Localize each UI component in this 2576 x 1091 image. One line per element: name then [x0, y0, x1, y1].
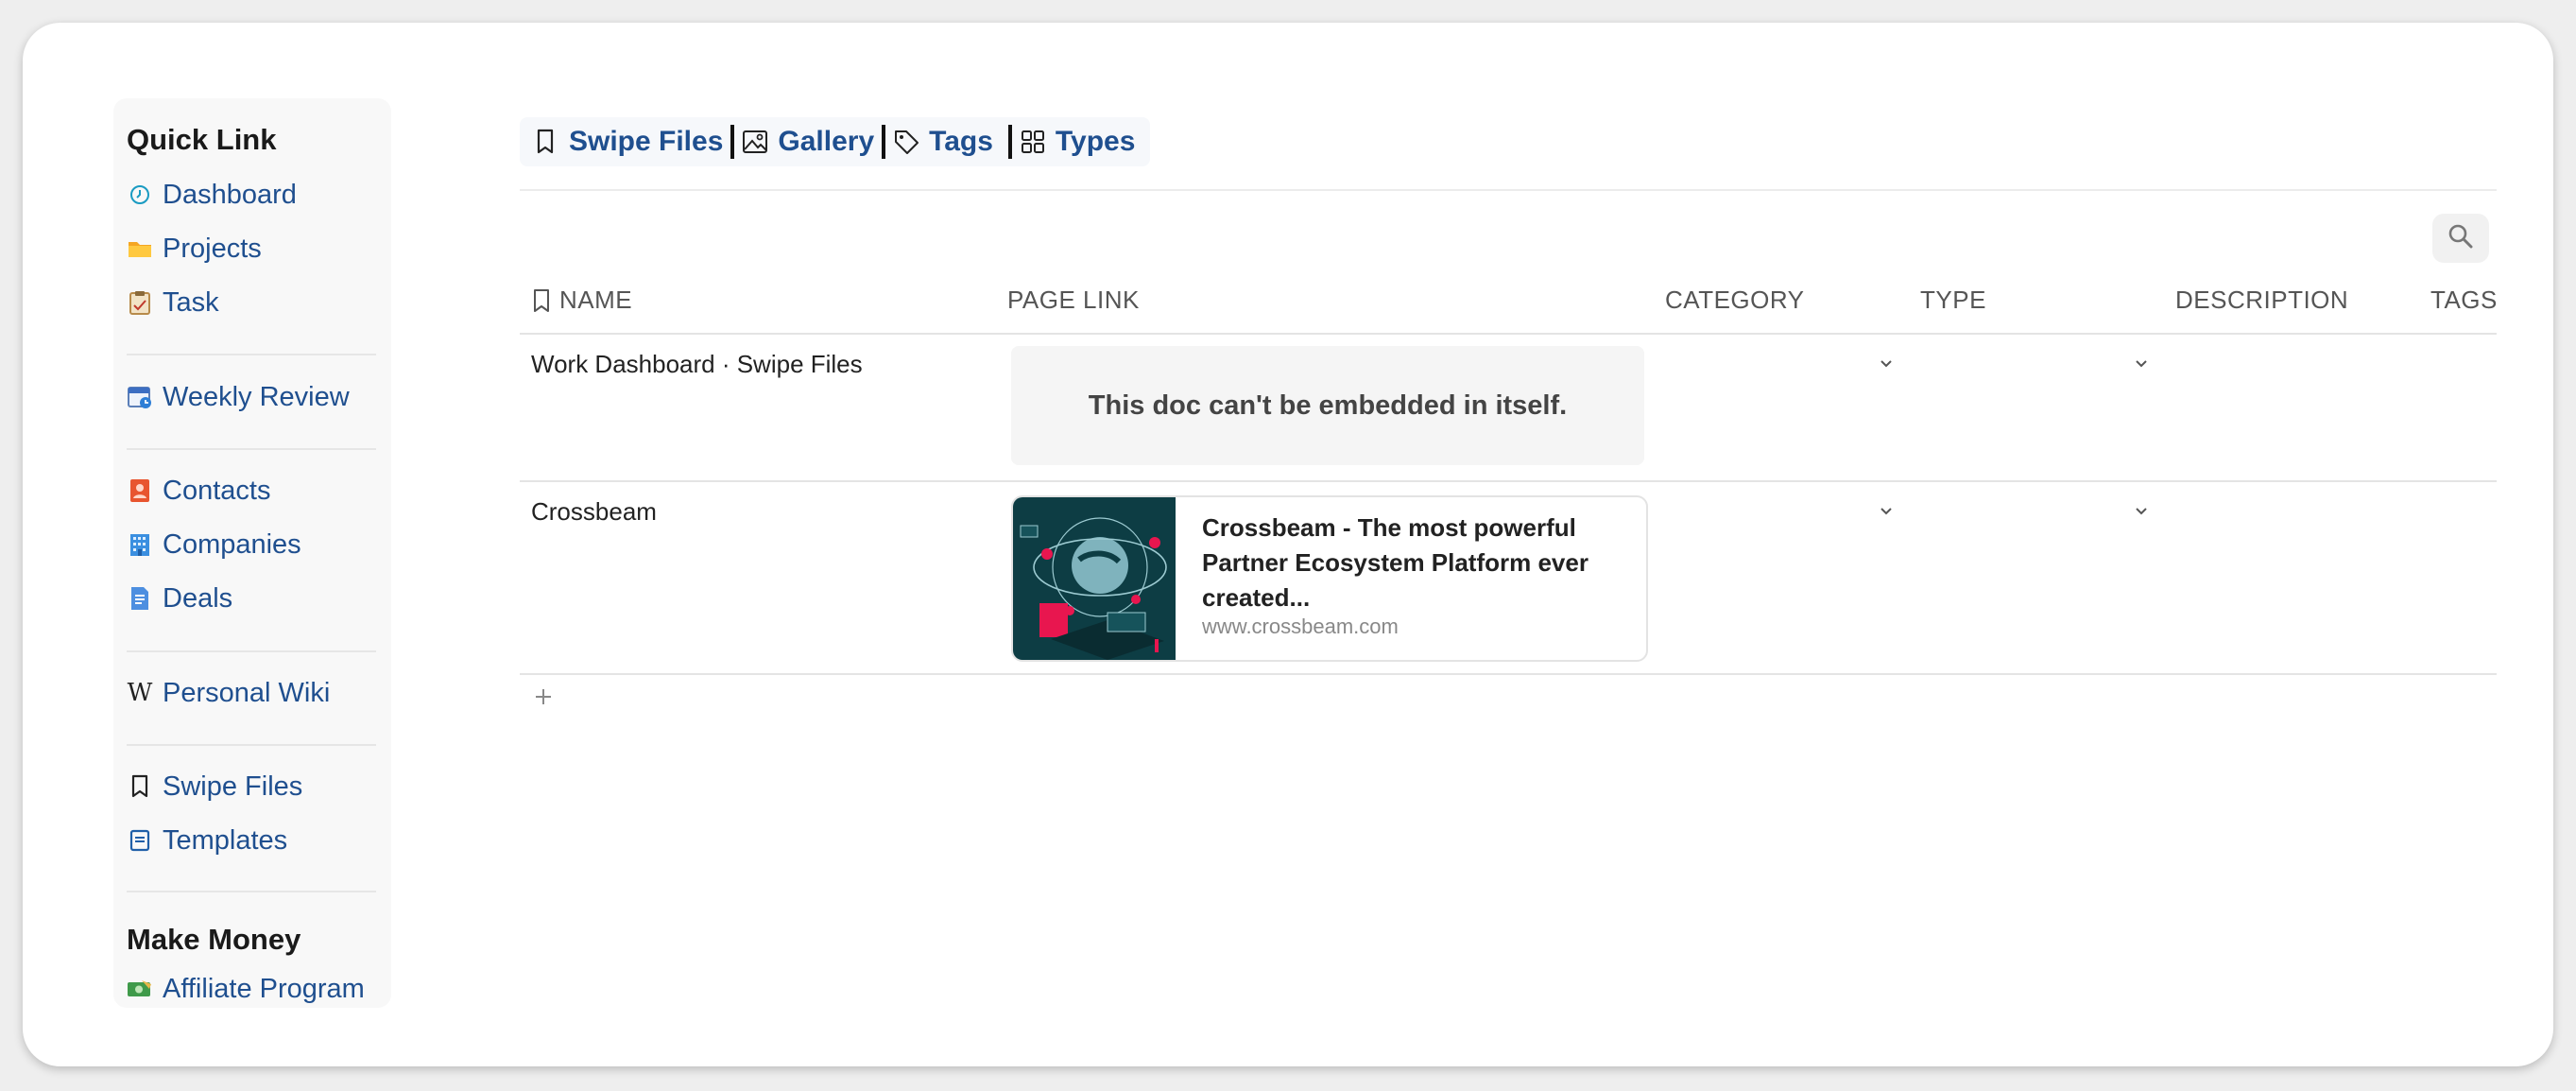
search-icon — [2447, 222, 2475, 255]
sidebar-item-companies[interactable]: Companies — [127, 526, 301, 563]
image-icon — [742, 129, 768, 155]
tab-tags[interactable]: Tags — [893, 126, 993, 158]
sidebar-divider — [127, 650, 376, 652]
office-building-icon — [127, 531, 153, 558]
contact-book-icon — [127, 477, 153, 504]
header-divider — [520, 189, 2497, 191]
column-header-name[interactable]: NAME — [531, 286, 632, 315]
sidebar-item-swipe-files[interactable]: Swipe Files — [127, 768, 302, 805]
header-row-divider — [520, 333, 2497, 335]
sidebar-divider — [127, 744, 376, 746]
column-header-tags[interactable]: TAGS — [2430, 286, 2498, 315]
tag-icon — [893, 129, 919, 155]
tab-swipe-files[interactable]: Swipe Files — [533, 126, 723, 158]
clock-icon — [127, 182, 153, 208]
add-row-plus-icon[interactable] — [531, 684, 556, 709]
link-preview-title: Crossbeam - The most powerful Partner Ec… — [1202, 513, 1589, 612]
link-preview-card[interactable]: Crossbeam - The most powerful Partner Ec… — [1011, 495, 1648, 662]
embed-error-message: This doc can't be embedded in itself. — [1011, 346, 1644, 465]
column-header-type[interactable]: TYPE — [1920, 286, 1986, 315]
sidebar-heading-quick-link: Quick Link — [127, 123, 277, 156]
view-tabs: Swipe Files Gallery Tags Types — [520, 117, 1151, 166]
app-window: Quick Link Dashboard Projects Task Weekl… — [23, 23, 2553, 1066]
clipboard-icon — [127, 289, 153, 316]
row-divider — [520, 480, 2497, 482]
sidebar-item-templates[interactable]: Templates — [127, 822, 287, 859]
tab-separator — [730, 125, 735, 159]
sidebar-item-personal-wiki[interactable]: W Personal Wiki — [127, 674, 331, 712]
bookmark-icon — [531, 287, 552, 314]
column-header-description[interactable]: DESCRIPTION — [2175, 286, 2348, 315]
tab-separator — [882, 125, 886, 159]
tab-separator — [1007, 125, 1012, 159]
sidebar-item-task[interactable]: Task — [127, 284, 219, 321]
sidebar-item-contacts[interactable]: Contacts — [127, 472, 270, 510]
bookmark-icon — [533, 129, 559, 155]
sidebar-divider — [127, 891, 376, 892]
sidebar-item-projects[interactable]: Projects — [127, 230, 262, 268]
bookmark-icon — [127, 773, 153, 800]
sidebar-heading-make-money: Make Money — [127, 923, 301, 956]
grid-icon — [1020, 129, 1046, 155]
document-icon — [127, 585, 153, 612]
sidebar-item-dashboard[interactable]: Dashboard — [127, 176, 297, 214]
wikipedia-icon: W — [127, 679, 153, 707]
chevron-down-icon[interactable] — [2130, 352, 2153, 374]
table-row-name[interactable]: Work Dashboard · Swipe Files — [531, 350, 863, 379]
calendar-icon — [127, 384, 153, 410]
row-divider — [520, 673, 2497, 675]
tab-types[interactable]: Types — [1020, 126, 1135, 158]
sidebar-item-weekly-review[interactable]: Weekly Review — [127, 378, 350, 416]
sidebar-item-deals[interactable]: Deals — [127, 580, 232, 617]
column-header-category[interactable]: CATEGORY — [1665, 286, 1805, 315]
money-icon — [127, 976, 153, 1002]
link-preview-domain: www.crossbeam.com — [1202, 615, 1399, 638]
column-header-page-link[interactable]: PAGE LINK — [1007, 286, 1140, 315]
table-row-name[interactable]: Crossbeam — [531, 497, 657, 527]
chevron-down-icon[interactable] — [1875, 499, 1898, 522]
template-icon — [127, 827, 153, 854]
search-button[interactable] — [2432, 214, 2489, 263]
folder-icon — [127, 235, 153, 262]
sidebar-item-affiliate-program[interactable]: Affiliate Program — [127, 970, 365, 1008]
sidebar-divider — [127, 354, 376, 355]
chevron-down-icon[interactable] — [1875, 352, 1898, 374]
sidebar-divider — [127, 448, 376, 450]
link-preview-thumbnail — [1013, 497, 1176, 660]
chevron-down-icon[interactable] — [2130, 499, 2153, 522]
tab-gallery[interactable]: Gallery — [742, 126, 874, 158]
sidebar: Quick Link Dashboard Projects Task Weekl… — [113, 98, 391, 1008]
